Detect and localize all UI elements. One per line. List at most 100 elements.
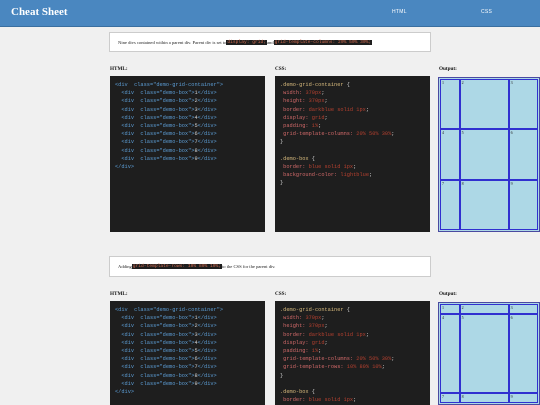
demo-box: 6 xyxy=(508,129,538,180)
css-value: grid xyxy=(311,339,325,346)
code-line: grid-template-columns: 20% 50% 30%; xyxy=(280,355,430,363)
code-line: <div class="demo-box">4</div> xyxy=(115,339,265,347)
code-line: <div class="demo-box">8</div> xyxy=(115,372,265,380)
code-tag: <div class="demo-box"> xyxy=(121,331,195,338)
code-line: <div class="demo-box">2</div> xyxy=(115,97,265,105)
note-text: Adding xyxy=(118,264,132,269)
html-code-panel[interactable]: <div class="demo-grid-container"> <div c… xyxy=(110,76,265,232)
css-punct: ; xyxy=(369,172,373,179)
demo-box: 9 xyxy=(508,393,538,403)
css-property: width: xyxy=(280,315,306,322)
code-line: <div class="demo-box">2</div> xyxy=(115,322,265,330)
code-line: .demo-grid-container { xyxy=(280,81,430,89)
nav-link-css[interactable]: CSS xyxy=(481,9,492,15)
code-line: <div class="demo-grid-container"> xyxy=(115,306,265,314)
css-value: grid xyxy=(311,114,325,121)
nav-link-html[interactable]: HTML xyxy=(392,9,407,15)
code-tag: </div> xyxy=(197,139,217,146)
code-line: <div class="demo-box">4</div> xyxy=(115,114,265,122)
note-code-rows: grid-template-rows: 10% 80% 10%; xyxy=(131,264,222,269)
code-line: .demo-grid-container { xyxy=(280,306,430,314)
demo-box: 1 xyxy=(440,304,460,314)
css-brace: { xyxy=(308,155,315,162)
code-line: <div class="demo-box">5</div> xyxy=(115,347,265,355)
css-brace: } xyxy=(280,139,284,146)
css-punct: ; xyxy=(324,98,328,105)
note-code-display: display: grid; xyxy=(226,39,268,45)
css-value: 370px xyxy=(308,98,325,105)
code-tag: <div class="demo-box"> xyxy=(121,356,195,363)
section1-description: Nine divs contained within a parent div.… xyxy=(109,32,431,52)
code-tag: <div class="demo-box"> xyxy=(121,123,195,130)
css-property: display: xyxy=(280,339,312,346)
css-punct: ; xyxy=(324,339,328,346)
css-brace: { xyxy=(308,389,315,396)
code-tag: </div> xyxy=(197,98,217,105)
css-punct: ; xyxy=(321,315,325,322)
css-brace: } xyxy=(280,372,284,379)
css-code-panel[interactable]: .demo-grid-container { width: 370px; hei… xyxy=(275,76,430,232)
code-line: .demo-box { xyxy=(280,388,430,396)
css-value: blue solid 1px xyxy=(308,164,354,171)
code-tag: <div class="demo-box"> xyxy=(121,339,195,346)
code-tag: </div> xyxy=(197,356,217,363)
css-property: height: xyxy=(280,98,309,105)
demo-box: 2 xyxy=(459,79,509,130)
code-line: } xyxy=(280,372,430,380)
grid-output-preview: 123456789 xyxy=(438,302,540,405)
css-selector: .demo-box xyxy=(280,155,309,162)
css-value: darkblue solid 1px xyxy=(308,331,366,338)
css-code-panel[interactable]: .demo-grid-container { width: 370px; hei… xyxy=(275,301,430,405)
css-punct: ; xyxy=(391,131,395,138)
css-property: grid-template-columns: xyxy=(280,131,357,138)
css-property: padding: xyxy=(280,123,312,130)
css-brace: { xyxy=(343,82,350,88)
code-line: width: 370px; xyxy=(280,89,430,97)
code-tag: <div class="demo-box"> xyxy=(121,155,195,162)
code-tag: </div> xyxy=(197,155,217,162)
code-line: <div class="demo-box">9</div> xyxy=(115,380,265,388)
demo-box: 4 xyxy=(440,313,460,394)
code-line xyxy=(280,380,430,388)
code-tag: <div class="demo-box"> xyxy=(121,98,195,105)
css-punct: ; xyxy=(324,323,328,330)
demo-box: 8 xyxy=(459,393,509,403)
code-line: <div class="demo-box">6</div> xyxy=(115,355,265,363)
css-selector: .demo-box xyxy=(280,389,309,396)
code-tag: </div> xyxy=(197,380,217,387)
code-tag: <div class="demo-box"> xyxy=(121,106,195,113)
css-punct: ; xyxy=(318,348,322,355)
code-line: border: darkblue solid 1px; xyxy=(280,106,430,114)
brand-title[interactable]: Cheat Sheet xyxy=(11,6,68,18)
html-label: HTML: xyxy=(110,291,128,297)
grid-output-preview: 123456789 xyxy=(438,77,540,232)
code-tag: <div class="demo-box"> xyxy=(121,139,195,146)
css-value: 370px xyxy=(308,323,325,330)
css-property: grid-template-columns: xyxy=(280,356,357,363)
css-property: border: xyxy=(280,331,309,338)
css-value: 20% 50% 30% xyxy=(356,131,392,138)
css-selector: .demo-grid-container xyxy=(280,82,344,88)
code-tag: </div> xyxy=(197,315,217,322)
demo-box: 3 xyxy=(508,79,538,130)
code-tag: </div> xyxy=(197,114,217,121)
css-property: padding: xyxy=(280,348,312,355)
code-tag: <div class="demo-box"> xyxy=(121,380,195,387)
output-label: Output: xyxy=(439,66,457,72)
code-blank xyxy=(280,381,283,387)
code-tag: <div class="demo-box"> xyxy=(121,364,195,371)
code-line: height: 370px; xyxy=(280,322,430,330)
html-code-panel[interactable]: <div class="demo-grid-container"> <div c… xyxy=(110,301,265,405)
demo-box: 7 xyxy=(440,179,460,230)
code-line: <div class="demo-box">7</div> xyxy=(115,363,265,371)
code-tag: <div class="demo-box"> xyxy=(121,114,195,121)
code-line: width: 370px; xyxy=(280,314,430,322)
code-line: border: blue solid 1px; xyxy=(280,163,430,171)
code-line: <div class="demo-box">1</div> xyxy=(115,314,265,322)
code-line: </div> xyxy=(115,388,265,396)
css-property: border: xyxy=(280,164,309,171)
code-line: background-color: lightblue; xyxy=(280,171,430,179)
code-line: <div class="demo-grid-container"> xyxy=(115,81,265,89)
code-tag: </div> xyxy=(197,372,217,379)
css-punct: ; xyxy=(321,90,325,97)
